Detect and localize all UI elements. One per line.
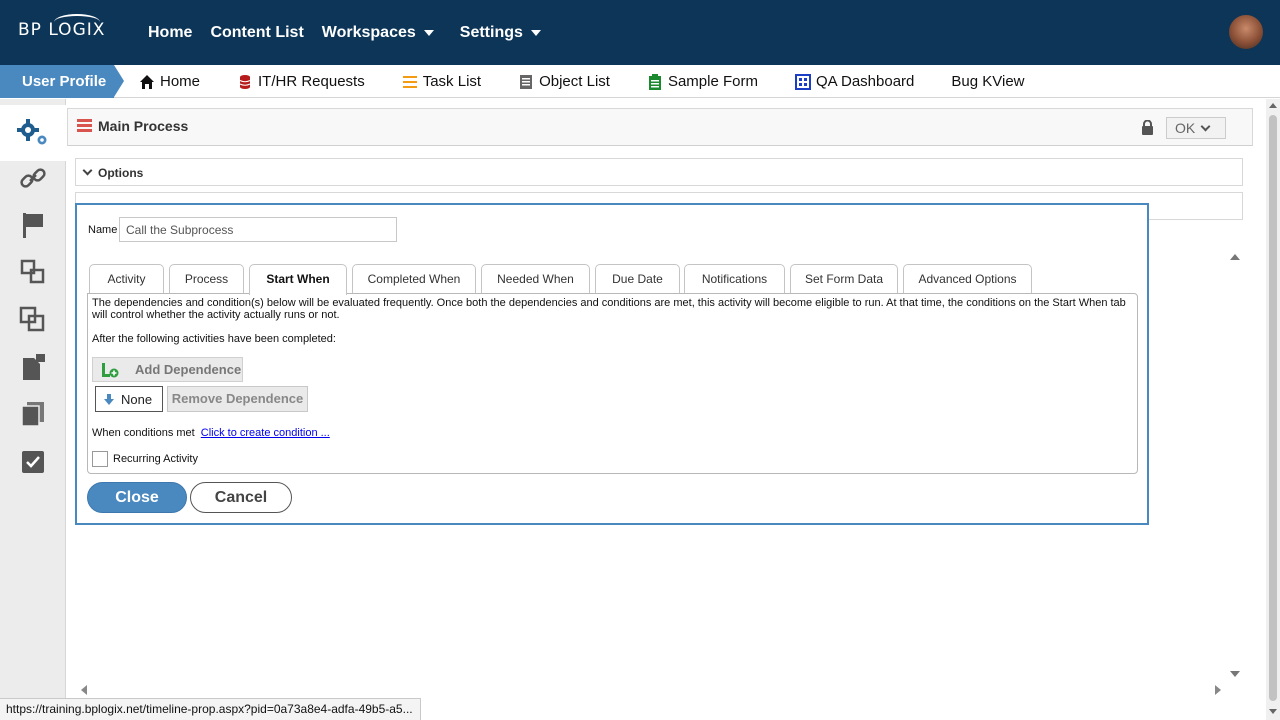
caret-down-icon [423,29,434,36]
scroll-down-icon[interactable] [1269,709,1277,714]
close-button[interactable]: Close [87,482,187,513]
home-icon [140,74,154,89]
nav-home-label: Home [148,23,193,41]
scroll-up-icon[interactable] [1269,103,1277,108]
dashboard-icon [794,73,811,90]
chevron-down-icon [1200,121,1211,131]
tab-process[interactable]: Process [169,264,244,294]
top-navigation-bar: BP LOGIX Home Content List Workspaces Se… [0,0,1280,65]
recurring-checkbox[interactable] [92,451,108,467]
checklist-icon[interactable] [18,447,48,477]
vertical-scrollbar[interactable] [1266,99,1280,720]
tab-start-when[interactable]: Start When [249,264,347,295]
arrow-down-icon [104,393,114,405]
tab-set-form-data[interactable]: Set Form Data [790,264,898,294]
subprocess-icon[interactable] [18,257,48,287]
add-dependence-button[interactable]: Add Dependence [92,357,243,382]
name-label: Name [88,224,118,236]
cancel-button[interactable]: Cancel [190,482,292,513]
document-icon [520,74,533,89]
recurring-label: Recurring Activity [113,453,198,465]
options-label: Options [98,166,144,180]
tab-needed-when[interactable]: Needed When [481,264,590,294]
link-task-list-label: Task List [422,73,482,90]
link-home[interactable]: Home [139,73,200,90]
create-condition-link[interactable]: Click to create condition ... [201,427,330,439]
user-avatar[interactable] [1227,13,1265,51]
remove-dependence-button[interactable]: Remove Dependence [167,386,308,412]
scroll-up-icon[interactable] [1230,254,1240,260]
link-qa-dashboard[interactable]: QA Dashboard [794,73,915,90]
tab-activity[interactable]: Activity [89,264,164,294]
nav-content-list-label: Content List [210,23,304,41]
lock-icon [1142,120,1153,135]
tab-completed-when[interactable]: Completed When [352,264,476,294]
nav-home[interactable]: Home [148,24,192,42]
conditions-row: When conditions met Click to create cond… [92,427,330,439]
link-qa-dashboard-label: QA Dashboard [815,73,915,90]
link-sample-form[interactable]: Sample Form [647,73,758,90]
link-bug-kview-label: Bug KView [951,73,1025,90]
horizontal-scrollbar[interactable] [75,685,1225,695]
link-bug-kview[interactable]: Bug KView [951,73,1024,90]
ok-label: OK [1175,120,1196,136]
add-dependence-label: Add Dependence [135,362,242,377]
process-icon [77,119,92,132]
database-icon [239,74,251,89]
link-object-list[interactable]: Object List [518,73,610,90]
start-when-description: The dependencies and condition(s) below … [92,297,1126,321]
scroll-thumb[interactable] [1269,115,1277,701]
after-activities-label: After the following activities have been… [92,333,336,345]
workspace-links: Home IT/HR Requests Task List Object Lis… [139,65,1062,98]
form-icon [648,73,661,90]
scroll-down-icon[interactable] [1230,671,1240,677]
tab-advanced-options[interactable]: Advanced Options [903,264,1032,294]
link-home-label: Home [160,73,201,90]
dependence-selector[interactable]: None [95,386,163,412]
user-profile-label: User Profile [22,73,107,90]
sidebar-settings[interactable] [0,105,66,161]
nav-settings[interactable]: Settings [460,24,541,42]
link-task-list[interactable]: Task List [402,73,481,90]
nav-workspaces-label: Workspaces [321,23,416,41]
scroll-right-icon[interactable] [1215,685,1221,695]
ok-dropdown-button[interactable]: OK [1166,117,1226,139]
options-section[interactable]: Options [75,158,1243,186]
tab-due-date[interactable]: Due Date [595,264,680,294]
activity-properties-dialog: Name Activity Process Start When Complet… [75,203,1149,525]
gears-icon [17,119,47,145]
link-icon[interactable] [18,163,48,193]
user-profile-tab[interactable]: User Profile [0,65,124,98]
process-title: Main Process [98,118,189,134]
conditions-label: When conditions met [92,427,195,439]
nav-content-list[interactable]: Content List [210,24,303,42]
link-sample-form-label: Sample Form [667,73,758,90]
link-it-hr-requests-label: IT/HR Requests [258,73,365,90]
left-sidebar [0,99,66,720]
list-icon [402,75,417,88]
add-dependence-icon [102,362,119,377]
caret-down-icon [530,29,541,36]
recurring-row: Recurring Activity [92,451,198,467]
link-object-list-label: Object List [539,73,610,90]
status-bar-url: https://training.bplogix.net/timeline-pr… [0,698,421,720]
tab-notifications[interactable]: Notifications [684,264,785,294]
link-it-hr-requests[interactable]: IT/HR Requests [237,73,365,90]
scroll-left-icon[interactable] [81,685,87,695]
chevron-down-icon [82,165,93,176]
process-header: Main Process OK [67,108,1253,146]
workspace-bar: User Profile Home IT/HR Requests Task Li… [0,65,1280,98]
dependence-value: None [121,391,153,407]
start-when-panel: The dependencies and condition(s) below … [87,293,1138,474]
nav-settings-label: Settings [459,23,523,41]
copy-icon[interactable] [18,305,48,335]
name-input[interactable] [119,217,397,242]
bplogix-logo[interactable]: BP LOGIX [18,14,105,40]
flag-icon[interactable] [18,210,48,240]
main-menu: Home Content List Workspaces Settings [148,0,559,65]
nav-workspaces[interactable]: Workspaces [322,24,434,42]
locked-document-icon[interactable] [18,352,48,382]
documents-icon[interactable] [18,399,48,429]
